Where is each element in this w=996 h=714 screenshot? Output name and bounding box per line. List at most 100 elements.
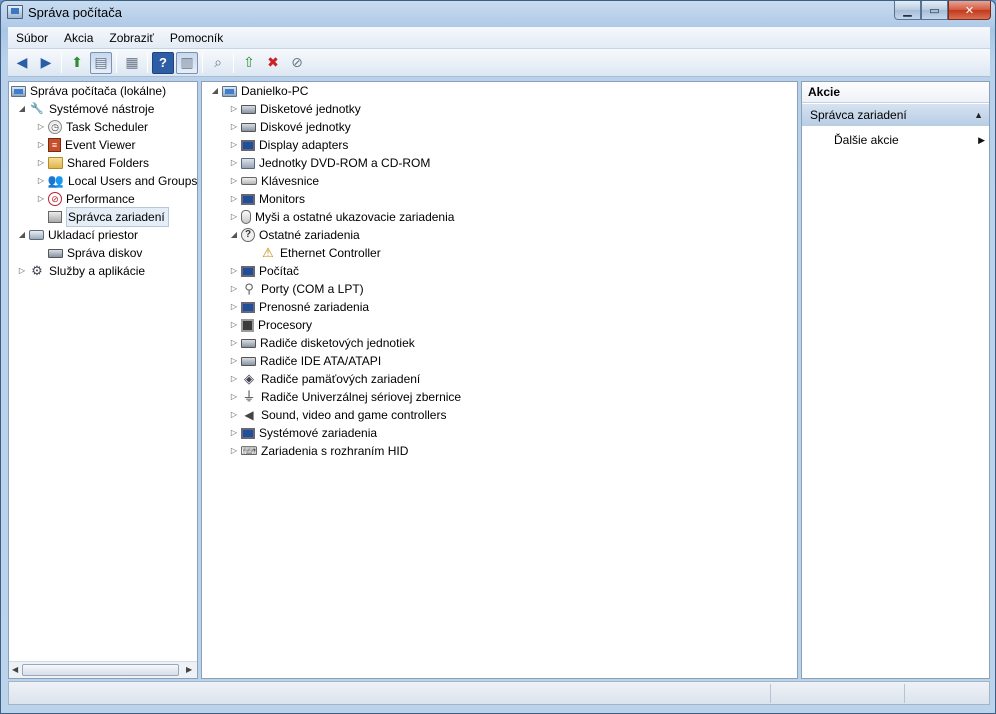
scroll-right-icon[interactable]: ▶	[186, 665, 192, 674]
horizontal-scrollbar[interactable]: ◀ ▶	[9, 661, 197, 678]
device-category[interactable]: ▷ Disketové jednotky	[229, 100, 361, 118]
scan-hardware-icon[interactable]: ⌕	[207, 52, 229, 74]
tree-item-performance[interactable]: ▷ ⊘ Performance	[36, 190, 135, 208]
device-category[interactable]: ▷ ⌨ Zariadenia s rozhraním HID	[229, 442, 408, 460]
device-category[interactable]: ▷ Radiče disketových jednotiek	[229, 334, 415, 352]
device-category-label: Jednotky DVD-ROM a CD-ROM	[259, 156, 431, 170]
device-category[interactable]: ◢ ? Ostatné zariadenia	[229, 226, 360, 244]
dvd-drive-icon	[241, 157, 255, 169]
device-category[interactable]: ▷ Myši a ostatné ukazovacie zariadenia	[229, 208, 454, 226]
device-category[interactable]: ▷ Klávesnice	[229, 172, 319, 190]
show-hide-tree-icon[interactable]: ▤	[90, 51, 112, 74]
device-category[interactable]: ▷ Jednotky DVD-ROM a CD-ROM	[229, 154, 430, 172]
show-hide-action-pane-icon[interactable]: ▥	[176, 51, 198, 74]
device-root[interactable]: ◢ Danielko-PC	[210, 82, 308, 100]
more-actions-item[interactable]: Ďalšie akcie ▶	[834, 131, 985, 149]
back-arrow-icon[interactable]: ◀	[11, 52, 33, 74]
scrollbar-thumb[interactable]	[22, 664, 179, 676]
keyboard-icon	[241, 177, 257, 185]
expand-arrow-icon[interactable]: ▷	[229, 154, 239, 172]
tree-item-shared-folders[interactable]: ▷ Shared Folders	[36, 154, 149, 172]
device-category[interactable]: ▷ Monitors	[229, 190, 305, 208]
services-icon: ⚙	[31, 263, 43, 278]
device-category[interactable]: ▷ Procesory	[229, 316, 312, 334]
device-item-ethernet[interactable]: ⚠ Ethernet Controller	[260, 244, 381, 262]
tree-item-root[interactable]: Správa počítača (lokálne)	[11, 82, 166, 100]
up-folder-icon[interactable]: ⬆	[66, 52, 88, 74]
device-category[interactable]: ▷ Radiče IDE ATA/ATAPI	[229, 352, 381, 370]
tree-item-device-manager[interactable]: Správca zariadení	[48, 207, 169, 227]
minimize-button[interactable]: ▁	[894, 1, 921, 20]
expand-arrow-icon[interactable]: ▷	[229, 334, 239, 352]
minimize-icon: ▁	[903, 4, 912, 17]
device-category[interactable]: ▷ ⚲ Porty (COM a LPT)	[229, 280, 364, 298]
help-icon[interactable]: ?	[152, 51, 174, 74]
collapse-arrow-icon[interactable]: ◢	[17, 100, 27, 118]
performance-icon: ⊘	[48, 192, 62, 206]
forward-arrow-icon[interactable]: ▶	[35, 52, 57, 74]
expand-arrow-icon[interactable]: ▷	[36, 154, 46, 172]
device-category-label: Prenosné zariadenia	[259, 300, 370, 314]
menu-file[interactable]: Súbor	[8, 27, 56, 49]
toolbar-separator	[202, 52, 203, 73]
update-driver-icon[interactable]: ⇧	[238, 52, 260, 74]
expand-arrow-icon[interactable]: ▷	[229, 100, 239, 118]
expand-arrow-icon[interactable]: ▷	[229, 208, 239, 226]
expand-arrow-icon[interactable]: ▷	[229, 316, 239, 334]
properties-icon[interactable]: ▦	[121, 52, 143, 74]
disable-icon[interactable]: ⊘	[286, 52, 308, 74]
collapse-up-icon[interactable]: ▲	[974, 104, 983, 126]
device-category[interactable]: ▷ Systémové zariadenia	[229, 424, 377, 442]
collapse-arrow-icon[interactable]: ◢	[17, 226, 27, 244]
expand-arrow-icon[interactable]: ▷	[229, 424, 239, 442]
device-category[interactable]: ▷ ⏚ Radiče Univerzálnej sériovej zbernic…	[229, 388, 461, 406]
tree-item-system-tools[interactable]: ◢ 🔧 Systémové nástroje	[17, 100, 154, 118]
expand-arrow-icon[interactable]: ▷	[229, 298, 239, 316]
expand-arrow-icon[interactable]: ▷	[229, 406, 239, 424]
toolbar-separator	[147, 52, 148, 73]
floppy-controller-icon	[241, 338, 256, 348]
expand-arrow-icon[interactable]: ▷	[229, 442, 239, 460]
maximize-button[interactable]: ▭	[921, 1, 948, 20]
device-category[interactable]: ▷ ◀ Sound, video and game controllers	[229, 406, 447, 424]
device-category[interactable]: ▷ Prenosné zariadenia	[229, 298, 369, 316]
tree-item-local-users[interactable]: ▷ 👥 Local Users and Groups	[36, 172, 197, 190]
device-category-label: Porty (COM a LPT)	[261, 282, 364, 296]
menu-action[interactable]: Akcia	[56, 27, 101, 49]
device-category-label: Radiče IDE ATA/ATAPI	[260, 354, 382, 368]
expand-arrow-icon[interactable]: ▷	[229, 118, 239, 136]
menu-help[interactable]: Pomocník	[162, 27, 231, 49]
expand-arrow-icon[interactable]: ▷	[36, 136, 46, 154]
device-category[interactable]: ▷ Display adapters	[229, 136, 348, 154]
storage-controller-icon: ◈	[244, 371, 254, 386]
actions-section-device-manager[interactable]: Správca zariadení ▲	[802, 104, 989, 126]
expand-arrow-icon[interactable]: ▷	[36, 190, 46, 208]
tree-item-services[interactable]: ▷ ⚙ Služby a aplikácie	[17, 262, 145, 280]
scroll-left-icon[interactable]: ◀	[12, 665, 18, 674]
uninstall-icon[interactable]: ✖	[262, 52, 284, 74]
expand-arrow-icon[interactable]: ▷	[229, 172, 239, 190]
collapse-arrow-icon[interactable]: ◢	[229, 226, 239, 244]
expand-arrow-icon[interactable]: ▷	[229, 280, 239, 298]
device-category[interactable]: ▷ Počítač	[229, 262, 299, 280]
expand-arrow-icon[interactable]: ▷	[229, 136, 239, 154]
device-tree-pane: ◢ Danielko-PC ▷ Disketové jednotky ▷ Dis…	[201, 81, 798, 679]
expand-arrow-icon[interactable]: ▷	[229, 388, 239, 406]
device-category[interactable]: ▷ Diskové jednotky	[229, 118, 351, 136]
expand-arrow-icon[interactable]: ▷	[229, 352, 239, 370]
expand-arrow-icon[interactable]: ▷	[36, 118, 46, 136]
expand-arrow-icon[interactable]: ▷	[229, 370, 239, 388]
menu-view[interactable]: Zobraziť	[101, 27, 162, 49]
title-bar[interactable]: Správa počítača ▁ ▭ ✕	[1, 1, 995, 25]
tree-item-event-viewer[interactable]: ▷ ≡ Event Viewer	[36, 136, 135, 154]
tree-item-task-scheduler[interactable]: ▷ ◷ Task Scheduler	[36, 118, 148, 136]
expand-arrow-icon[interactable]: ▷	[229, 190, 239, 208]
collapse-arrow-icon[interactable]: ◢	[210, 82, 220, 100]
tree-item-disk-management[interactable]: Správa diskov	[48, 244, 142, 262]
expand-arrow-icon[interactable]: ▷	[17, 262, 27, 280]
expand-arrow-icon[interactable]: ▷	[229, 262, 239, 280]
expand-arrow-icon[interactable]: ▷	[36, 172, 46, 190]
close-button[interactable]: ✕	[948, 1, 991, 20]
tree-item-storage[interactable]: ◢ Ukladací priestor	[17, 226, 138, 244]
device-category[interactable]: ▷ ◈ Radiče pamäťových zariadení	[229, 370, 420, 388]
